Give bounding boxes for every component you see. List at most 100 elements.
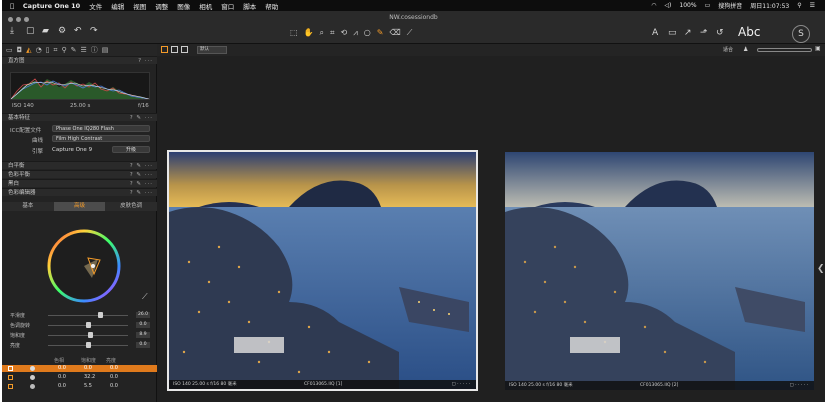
white-balance-header[interactable]: 白平衡 ? ✎ ··· [2, 161, 157, 169]
tab-basic[interactable]: 基本 [2, 202, 54, 211]
brush-tool-icon[interactable]: ✎ [377, 28, 384, 40]
wifi-icon[interactable]: ◠ [651, 2, 656, 9]
base-characteristics-header[interactable]: 基本特征 ? ✎ ··· [2, 113, 157, 121]
menu-file[interactable]: 文件 [89, 1, 102, 11]
rating-dots[interactable]: ▢ · · · · · [789, 381, 808, 390]
row-checkbox[interactable] [8, 375, 13, 380]
histogram-section-header[interactable]: 直方图 ? ··· [2, 56, 157, 64]
zoom-slider[interactable] [757, 48, 812, 52]
rating-dots[interactable]: ▢ · · · · · [451, 380, 470, 389]
smoothness-value[interactable]: 26.0 [136, 312, 150, 318]
menu-camera[interactable]: 相机 [199, 1, 212, 11]
section-options-icon[interactable]: ? ✎ ··· [130, 189, 153, 197]
saturation-value[interactable]: 8.9 [136, 332, 150, 338]
menu-help[interactable]: 帮助 [265, 1, 278, 11]
tab-skin-tone[interactable]: 皮肤色调 [105, 202, 157, 211]
section-options-icon[interactable]: ? ✎ ··· [130, 180, 153, 188]
color-list-row[interactable]: 0.0 5.5 0.0 [2, 383, 157, 390]
keystone-tool-icon[interactable]: ⩘ [353, 28, 358, 40]
single-view-icon[interactable] [171, 46, 178, 53]
section-options-icon[interactable]: ? ✎ ··· [130, 171, 153, 179]
upgrade-engine-button[interactable]: 升级 [112, 146, 150, 153]
tab-meta-icon[interactable]: ⓘ [91, 45, 98, 55]
lightness-slider[interactable]: 亮度 0.0 [10, 342, 150, 349]
eyedropper-icon[interactable]: ⟋ [142, 292, 148, 302]
compare-view-icon[interactable] [181, 46, 188, 53]
reset-icon[interactable]: ↺ [716, 28, 724, 38]
tab-color-icon[interactable]: ◭ [26, 46, 31, 54]
rotate-tool-icon[interactable]: ⟲ [341, 28, 348, 40]
bw-header[interactable]: 黑白 ? ✎ ··· [2, 179, 157, 187]
color-wheel[interactable] [44, 226, 124, 306]
section-options-icon[interactable]: ? ··· [138, 57, 153, 65]
text-tool-icon[interactable]: Abc [738, 25, 760, 39]
tab-exposure-icon[interactable]: ◔ [36, 46, 42, 54]
menu-image[interactable]: 图像 [177, 1, 190, 11]
spotlight-icon[interactable]: ⚲ [797, 2, 801, 9]
photo-variant-1[interactable]: ISO 140 25.00 s f/16 80 毫米 CF013065.IIQ … [167, 150, 478, 391]
redo-icon[interactable]: ↷ [90, 26, 98, 36]
slider-knob[interactable] [85, 322, 91, 328]
menu-edit[interactable]: 编辑 [111, 1, 124, 11]
saturation-slider[interactable]: 饱和度 8.9 [10, 332, 150, 339]
paste-icon[interactable]: ⬏ [700, 28, 708, 38]
grid-view-icon[interactable] [161, 46, 168, 53]
tab-capture-icon[interactable]: ◘ [17, 46, 23, 54]
battery-icon[interactable]: ▭ [705, 2, 711, 9]
section-options-icon[interactable]: ? ✎ ··· [130, 114, 153, 122]
app-menu[interactable]: Capture One 10 [23, 2, 80, 10]
crop-tool-icon[interactable]: ⌗ [330, 28, 335, 40]
lightness-value[interactable]: 0.0 [136, 342, 150, 348]
tab-library-icon[interactable]: ▭ [6, 46, 13, 54]
camera-icon[interactable]: ▢ [26, 26, 35, 36]
person-icon[interactable]: ♟ [743, 46, 748, 53]
notification-icon[interactable]: ☰ [810, 2, 815, 9]
tab-advanced[interactable]: 高级 [53, 202, 106, 211]
tab-output-icon[interactable]: ▤ [102, 46, 109, 54]
input-method[interactable]: 搜狗拼音 [718, 1, 742, 10]
eraser-tool-icon[interactable]: ⌫ [389, 28, 400, 40]
slider-knob[interactable] [97, 312, 103, 318]
fit-icon[interactable]: ▣ [815, 45, 821, 52]
apply-icon[interactable]: ↗ [684, 28, 692, 38]
color-list-row[interactable]: 0.0 0.0 0.0 [2, 365, 157, 372]
filter-select[interactable]: 默认 [197, 46, 227, 54]
picker-tool-icon[interactable]: ⟋ [407, 28, 413, 40]
menu-view[interactable]: 视图 [133, 1, 146, 11]
slider-knob[interactable] [85, 342, 91, 348]
pan-tool-icon[interactable]: ✋ [304, 28, 314, 40]
tab-details-icon[interactable]: ⚲ [61, 46, 66, 54]
menu-window[interactable]: 窗口 [221, 1, 234, 11]
spot-tool-icon[interactable]: ○ [364, 28, 371, 40]
section-options-icon[interactable]: ? ✎ ··· [130, 162, 153, 170]
color-editor-header[interactable]: 色彩编辑器 ? ✎ ··· [2, 188, 157, 196]
icc-profile-select[interactable]: Phase One IQ280 Flash [52, 125, 150, 132]
menu-scripts[interactable]: 脚本 [243, 1, 256, 11]
menu-adjust[interactable]: 调整 [155, 1, 168, 11]
import-icon[interactable]: ⤓ [10, 26, 14, 36]
tab-local-icon[interactable]: ✎ [71, 46, 77, 54]
smoothness-slider[interactable]: 平滑度 26.0 [10, 312, 150, 319]
volume-icon[interactable]: ◁) [664, 2, 671, 9]
tab-adjust-icon[interactable]: ☰ [81, 46, 87, 54]
color-balance-header[interactable]: 色彩平衡 ? ✎ ··· [2, 170, 157, 178]
row-checkbox[interactable] [8, 384, 13, 389]
tab-composition-icon[interactable]: ⌗ [54, 46, 58, 55]
undo-icon[interactable]: ↶ [74, 26, 82, 36]
color-list-row[interactable]: 0.0 32.2 0.0 [2, 374, 157, 381]
export-icon[interactable]: ▰ [42, 26, 49, 36]
slider-knob[interactable] [87, 332, 93, 338]
select-tool-icon[interactable]: ⬚ [290, 28, 298, 40]
process-icon[interactable]: ⚙ [58, 26, 66, 36]
hue-rotation-slider[interactable]: 色调旋转 0.0 [10, 322, 150, 329]
loupe-tool-icon[interactable]: ⌕ [320, 28, 324, 40]
photo-variant-2[interactable]: ISO 140 25.00 s f/16 80 毫米 CF013065.IIQ … [505, 152, 814, 390]
copy-icon[interactable]: ▭ [668, 28, 677, 38]
annotate-icon[interactable]: A [652, 28, 658, 38]
chevron-left-icon[interactable]: ❮ [817, 264, 825, 274]
tab-lens-icon[interactable]: ▯ [46, 46, 50, 54]
apple-icon[interactable]:  [10, 2, 14, 10]
curve-select[interactable]: Film High Contrast [52, 135, 150, 142]
row-checkbox[interactable] [8, 366, 13, 371]
hue-rotation-value[interactable]: 0.0 [136, 322, 150, 328]
